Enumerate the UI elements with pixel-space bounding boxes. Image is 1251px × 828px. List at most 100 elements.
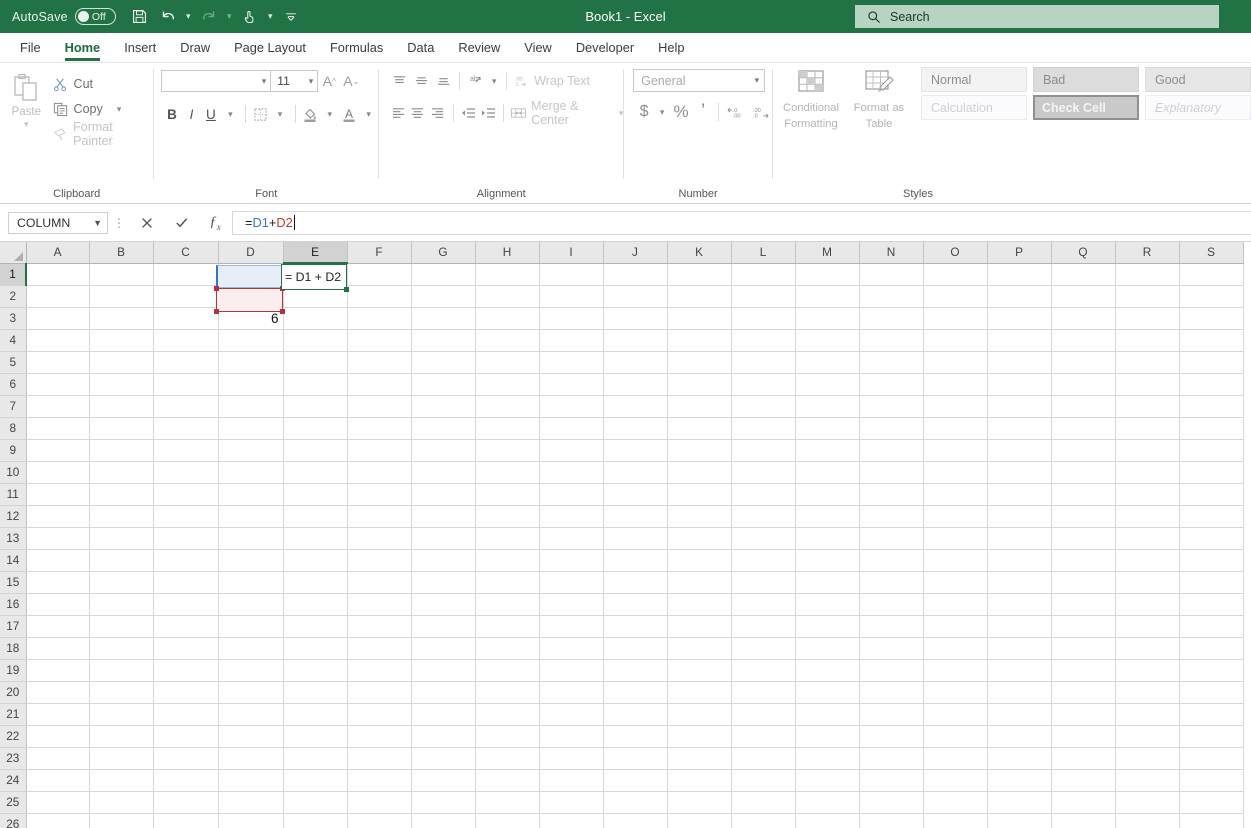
increase-font-size-button[interactable]: A ^ bbox=[318, 69, 340, 93]
cell-P20[interactable] bbox=[987, 681, 1052, 704]
cell-S9[interactable] bbox=[1179, 439, 1244, 462]
cell-F25[interactable] bbox=[347, 791, 412, 814]
cell-M1[interactable] bbox=[795, 263, 860, 286]
cell-K9[interactable] bbox=[667, 439, 732, 462]
cell-F24[interactable] bbox=[347, 769, 412, 792]
cell-O5[interactable] bbox=[923, 351, 988, 374]
cell-L15[interactable] bbox=[731, 571, 796, 594]
cell-D6[interactable] bbox=[218, 373, 284, 396]
cell-O11[interactable] bbox=[923, 483, 988, 506]
row-header-1[interactable]: 1 bbox=[0, 263, 27, 286]
autosave-toggle[interactable]: AutoSave Off bbox=[12, 8, 116, 25]
cell-Q10[interactable] bbox=[1051, 461, 1116, 484]
cell-R12[interactable] bbox=[1115, 505, 1180, 528]
cell-H15[interactable] bbox=[475, 571, 540, 594]
cell-S6[interactable] bbox=[1179, 373, 1244, 396]
select-all-button[interactable] bbox=[0, 242, 27, 264]
increase-decimal-button[interactable]: .0.00 bbox=[724, 99, 748, 125]
font-name-dropdown-icon[interactable]: ▾ bbox=[262, 76, 267, 87]
cell-A7[interactable] bbox=[26, 395, 90, 418]
cell-J8[interactable] bbox=[603, 417, 668, 440]
cell-P1[interactable] bbox=[987, 263, 1052, 286]
cell-B5[interactable] bbox=[89, 351, 154, 374]
tab-formulas[interactable]: Formulas bbox=[318, 40, 395, 62]
cell-A5[interactable] bbox=[26, 351, 90, 374]
cell-N2[interactable] bbox=[859, 285, 924, 308]
cell-B16[interactable] bbox=[89, 593, 154, 616]
cell-J14[interactable] bbox=[603, 549, 668, 572]
cell-C16[interactable] bbox=[153, 593, 219, 616]
cell-M19[interactable] bbox=[795, 659, 860, 682]
cell-E7[interactable] bbox=[283, 395, 348, 418]
cell-J12[interactable] bbox=[603, 505, 668, 528]
cell-Q1[interactable] bbox=[1051, 263, 1116, 286]
cell-I23[interactable] bbox=[539, 747, 604, 770]
cell-C5[interactable] bbox=[153, 351, 219, 374]
cell-I22[interactable] bbox=[539, 725, 604, 748]
cell-F23[interactable] bbox=[347, 747, 412, 770]
cell-B4[interactable] bbox=[89, 329, 154, 352]
decrease-indent-button[interactable] bbox=[459, 101, 479, 125]
cell-F16[interactable] bbox=[347, 593, 412, 616]
cell-J5[interactable] bbox=[603, 351, 668, 374]
cell-K7[interactable] bbox=[667, 395, 732, 418]
column-header-m[interactable]: M bbox=[795, 242, 860, 264]
cell-L17[interactable] bbox=[731, 615, 796, 638]
cell-R14[interactable] bbox=[1115, 549, 1180, 572]
cell-S25[interactable] bbox=[1179, 791, 1244, 814]
row-header-24[interactable]: 24 bbox=[0, 769, 27, 792]
save-icon[interactable] bbox=[126, 3, 154, 31]
cell-H22[interactable] bbox=[475, 725, 540, 748]
cell-F21[interactable] bbox=[347, 703, 412, 726]
column-header-a[interactable]: A bbox=[26, 242, 90, 264]
cell-E19[interactable] bbox=[283, 659, 348, 682]
cell-E16[interactable] bbox=[283, 593, 348, 616]
cell-M11[interactable] bbox=[795, 483, 860, 506]
cell-M23[interactable] bbox=[795, 747, 860, 770]
cell-D26[interactable] bbox=[218, 813, 284, 828]
cell-R20[interactable] bbox=[1115, 681, 1180, 704]
cell-S22[interactable] bbox=[1179, 725, 1244, 748]
row-header-25[interactable]: 25 bbox=[0, 791, 27, 814]
align-left-button[interactable] bbox=[388, 101, 408, 125]
cell-A1[interactable] bbox=[26, 263, 90, 286]
cell-J22[interactable] bbox=[603, 725, 668, 748]
cell-O22[interactable] bbox=[923, 725, 988, 748]
cell-G25[interactable] bbox=[411, 791, 476, 814]
cell-P3[interactable] bbox=[987, 307, 1052, 330]
cell-N15[interactable] bbox=[859, 571, 924, 594]
cell-B2[interactable] bbox=[89, 285, 154, 308]
cell-D21[interactable] bbox=[218, 703, 284, 726]
cell-N20[interactable] bbox=[859, 681, 924, 704]
cell-A9[interactable] bbox=[26, 439, 90, 462]
cell-R8[interactable] bbox=[1115, 417, 1180, 440]
cell-A22[interactable] bbox=[26, 725, 90, 748]
cell-Q15[interactable] bbox=[1051, 571, 1116, 594]
cell-Q20[interactable] bbox=[1051, 681, 1116, 704]
cell-R21[interactable] bbox=[1115, 703, 1180, 726]
cell-style-bad[interactable]: Bad bbox=[1032, 67, 1139, 92]
cell-L1[interactable] bbox=[731, 263, 796, 286]
cell-B7[interactable] bbox=[89, 395, 154, 418]
search-input[interactable]: Search bbox=[855, 5, 1219, 28]
cell-F4[interactable] bbox=[347, 329, 412, 352]
cell-B23[interactable] bbox=[89, 747, 154, 770]
align-right-button[interactable] bbox=[428, 101, 448, 125]
cell-O9[interactable] bbox=[923, 439, 988, 462]
cell-N3[interactable] bbox=[859, 307, 924, 330]
cell-M4[interactable] bbox=[795, 329, 860, 352]
formula-bar-grip[interactable]: ⋮ bbox=[108, 216, 130, 230]
cell-B17[interactable] bbox=[89, 615, 154, 638]
orientation-dropdown-icon[interactable]: ▾ bbox=[487, 69, 501, 93]
cell-R16[interactable] bbox=[1115, 593, 1180, 616]
cell-F3[interactable] bbox=[347, 307, 412, 330]
align-bottom-button[interactable] bbox=[432, 69, 454, 93]
font-color-dropdown-icon[interactable]: ▾ bbox=[359, 101, 378, 127]
cell-C2[interactable] bbox=[153, 285, 219, 308]
borders-button[interactable] bbox=[251, 101, 270, 127]
paste-dropdown-icon[interactable]: ▾ bbox=[24, 119, 29, 130]
cell-I5[interactable] bbox=[539, 351, 604, 374]
row-header-9[interactable]: 9 bbox=[0, 439, 27, 462]
cell-style-calculation[interactable]: Calculation bbox=[920, 95, 1027, 120]
cell-A16[interactable] bbox=[26, 593, 90, 616]
